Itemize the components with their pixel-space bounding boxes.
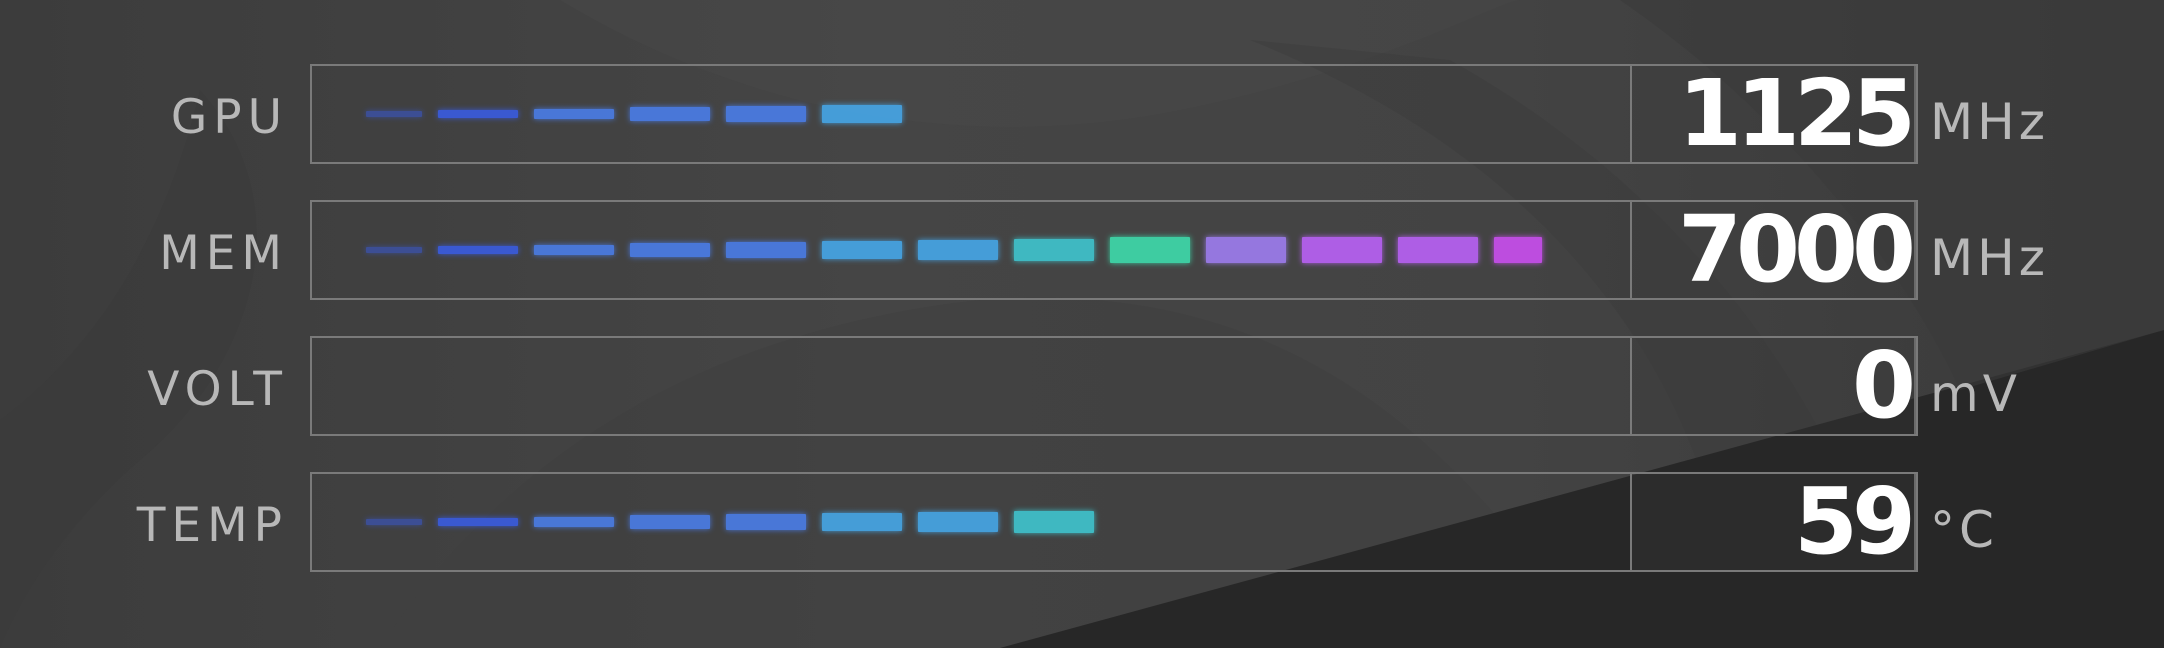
level-segment bbox=[726, 514, 806, 530]
level-segment bbox=[1494, 237, 1542, 263]
level-segment bbox=[1110, 237, 1190, 263]
mem-label: MEM bbox=[159, 226, 288, 281]
volt-label: VOLT bbox=[147, 362, 288, 417]
temp-value-box: 59 bbox=[1630, 472, 1918, 572]
gpu-value-box: 1125 bbox=[1630, 64, 1918, 164]
level-segment bbox=[438, 109, 518, 119]
gpu-label: GPU bbox=[170, 90, 288, 145]
level-segment bbox=[630, 107, 710, 121]
temp-unit: °C bbox=[1930, 501, 1998, 559]
volt-unit: mV bbox=[1930, 365, 2021, 423]
level-segment bbox=[630, 243, 710, 257]
level-segment bbox=[366, 519, 422, 525]
level-segment bbox=[726, 106, 806, 122]
level-segment bbox=[438, 517, 518, 527]
level-segment bbox=[1014, 238, 1094, 262]
gpu-unit: MHz bbox=[1930, 93, 2049, 151]
level-segment bbox=[1206, 237, 1286, 263]
level-segment bbox=[1398, 237, 1478, 263]
level-segment bbox=[822, 105, 902, 123]
level-segment bbox=[822, 241, 902, 259]
temp-value: 59 bbox=[1793, 468, 1916, 575]
mem-unit: MHz bbox=[1930, 229, 2049, 287]
level-segment bbox=[366, 247, 422, 253]
level-segment bbox=[534, 244, 614, 256]
level-segment bbox=[1014, 510, 1094, 534]
level-segment bbox=[534, 108, 614, 120]
level-segment bbox=[918, 511, 998, 533]
level-segment bbox=[822, 513, 902, 531]
level-segment bbox=[1302, 237, 1382, 263]
level-segment bbox=[918, 239, 998, 261]
level-segment bbox=[438, 245, 518, 255]
mem-value-box: 7000 bbox=[1630, 200, 1918, 300]
volt-value: 0 bbox=[1851, 332, 1916, 439]
gpu-value: 1125 bbox=[1677, 60, 1916, 167]
mem-value: 7000 bbox=[1677, 196, 1916, 303]
level-segment bbox=[630, 515, 710, 529]
temp-label: TEMP bbox=[136, 498, 288, 553]
volt-value-box: 0 bbox=[1630, 336, 1918, 436]
gpu-monitor-panel: GPU 1125 MHz MEM 7000 MHz VOLT 0 mV TEMP… bbox=[0, 0, 2164, 648]
level-segment bbox=[366, 111, 422, 117]
level-segment bbox=[726, 242, 806, 258]
level-segment bbox=[534, 516, 614, 528]
